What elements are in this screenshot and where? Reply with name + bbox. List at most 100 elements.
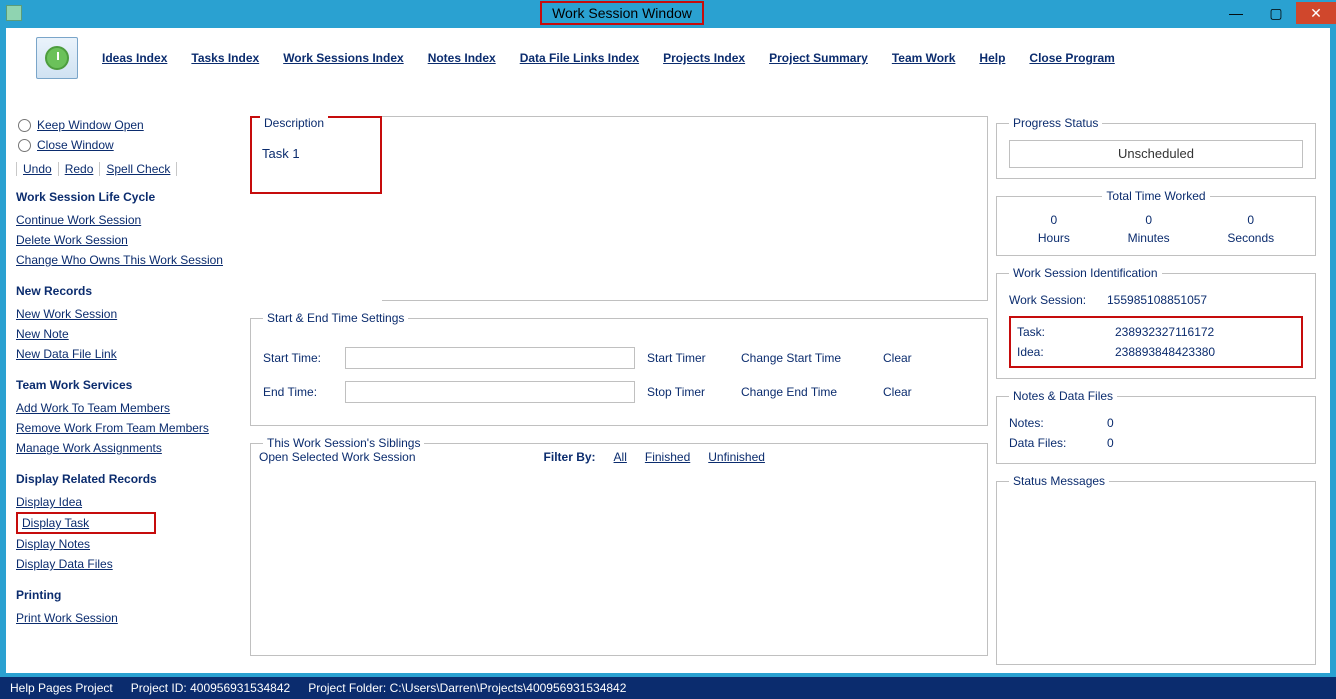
link-manage-work-assignments[interactable]: Manage Work Assignments [16,438,242,458]
idea-id-label: Idea: [1017,345,1107,359]
hours-value: 0 [1051,213,1058,227]
section-new-records: New Records [16,284,242,298]
start-time-label: Start Time: [263,351,333,365]
filter-finished[interactable]: Finished [645,450,690,464]
section-display-related: Display Related Records [16,472,242,486]
link-new-data-file-link[interactable]: New Data File Link [16,344,242,364]
work-session-id-value: 155985108851057 [1107,293,1207,307]
description-area[interactable] [382,116,988,301]
nav-projects-index[interactable]: Projects Index [663,51,745,65]
notes-data-files-legend: Notes & Data Files [1009,389,1117,403]
status-messages-legend: Status Messages [1009,474,1109,488]
nav-help[interactable]: Help [979,51,1005,65]
section-team-work-services: Team Work Services [16,378,242,392]
redo-button[interactable]: Redo [59,162,101,176]
time-settings-legend: Start & End Time Settings [263,311,408,325]
status-bar: Help Pages Project Project ID: 400956931… [0,677,1336,699]
task-id-label: Task: [1017,325,1107,339]
minutes-label: Minutes [1128,231,1170,245]
link-print-work-session[interactable]: Print Work Session [16,608,242,628]
progress-status-legend: Progress Status [1009,116,1102,130]
undo-button[interactable]: Undo [17,162,59,176]
close-window-radio[interactable] [18,139,31,152]
link-new-work-session[interactable]: New Work Session [16,304,242,324]
task-idea-highlight: Task: 238932327116172 Idea: 238893848423… [1009,316,1303,368]
clear-end-button[interactable]: Clear [883,385,912,399]
time-settings-group: Start & End Time Settings Start Time: St… [250,311,988,426]
nav-team-work[interactable]: Team Work [892,51,956,65]
data-files-count-label: Data Files: [1009,436,1099,450]
nav-data-file-links-index[interactable]: Data File Links Index [520,51,639,65]
link-continue-work-session[interactable]: Continue Work Session [16,210,242,230]
minimize-button[interactable]: — [1216,2,1256,24]
edit-actions: Undo Redo Spell Check [16,162,242,176]
notes-data-files-group: Notes & Data Files Notes: 0 Data Files: … [996,389,1316,464]
nav-notes-index[interactable]: Notes Index [428,51,496,65]
close-button[interactable]: ✕ [1296,2,1336,24]
siblings-group: This Work Session's Siblings Open Select… [250,436,988,656]
description-group: Description Task 1 [250,116,382,194]
notes-count-value: 0 [1107,416,1114,430]
link-display-task[interactable]: Display Task [16,512,156,534]
data-files-count-value: 0 [1107,436,1114,450]
notes-count-label: Notes: [1009,416,1099,430]
link-delete-work-session[interactable]: Delete Work Session [16,230,242,250]
description-label: Description [260,116,328,130]
end-time-input[interactable] [345,381,635,403]
stop-timer-button[interactable]: Stop Timer [647,385,729,399]
left-sidebar: Keep Window Open Close Window Undo Redo … [16,88,242,665]
total-time-worked-group: Total Time Worked 0Hours 0Minutes 0Secon… [996,189,1316,256]
start-timer-button[interactable]: Start Timer [647,351,729,365]
status-messages-group: Status Messages [996,474,1316,665]
status-help-pages[interactable]: Help Pages Project [10,681,113,695]
change-end-time-button[interactable]: Change End Time [741,385,871,399]
calendar-clock-icon [36,37,78,79]
total-time-worked-legend: Total Time Worked [1102,189,1209,203]
spell-check-button[interactable]: Spell Check [100,162,177,176]
link-new-note[interactable]: New Note [16,324,242,344]
link-remove-work-from-team[interactable]: Remove Work From Team Members [16,418,242,438]
progress-status-group: Progress Status Unscheduled [996,116,1316,179]
identification-group: Work Session Identification Work Session… [996,266,1316,379]
window-title: Work Session Window [540,1,704,25]
filter-unfinished[interactable]: Unfinished [708,450,765,464]
window-controls: — ▢ ✕ [1216,2,1336,24]
nav-work-sessions-index[interactable]: Work Sessions Index [283,51,404,65]
app-icon [6,5,22,21]
main-toolbar: Ideas Index Tasks Index Work Sessions In… [6,28,1330,88]
client-area: Ideas Index Tasks Index Work Sessions In… [6,28,1330,673]
work-session-id-label: Work Session: [1009,293,1099,307]
start-time-input[interactable] [345,347,635,369]
keep-window-open-label[interactable]: Keep Window Open [37,118,144,132]
description-value: Task 1 [262,146,300,161]
seconds-value: 0 [1247,213,1254,227]
keep-window-open-radio[interactable] [18,119,31,132]
open-selected-work-session[interactable]: Open Selected Work Session [259,450,416,464]
maximize-button[interactable]: ▢ [1256,2,1296,24]
clear-start-button[interactable]: Clear [883,351,912,365]
task-id-value: 238932327116172 [1115,325,1214,339]
link-display-data-files[interactable]: Display Data Files [16,554,242,574]
progress-status-value: Unscheduled [1009,140,1303,168]
section-printing: Printing [16,588,242,602]
nav-project-summary[interactable]: Project Summary [769,51,868,65]
link-display-idea[interactable]: Display Idea [16,492,242,512]
nav-ideas-index[interactable]: Ideas Index [102,51,167,65]
hours-label: Hours [1038,231,1070,245]
close-window-label[interactable]: Close Window [37,138,114,152]
siblings-legend: This Work Session's Siblings [263,436,424,450]
section-lifecycle: Work Session Life Cycle [16,190,242,204]
filter-all[interactable]: All [614,450,627,464]
change-start-time-button[interactable]: Change Start Time [741,351,871,365]
identification-legend: Work Session Identification [1009,266,1162,280]
end-time-label: End Time: [263,385,333,399]
seconds-label: Seconds [1227,231,1274,245]
nav-tasks-index[interactable]: Tasks Index [191,51,259,65]
title-bar: Work Session Window — ▢ ✕ [0,0,1336,26]
link-display-notes[interactable]: Display Notes [16,534,242,554]
link-change-owner[interactable]: Change Who Owns This Work Session [16,250,242,270]
link-add-work-to-team[interactable]: Add Work To Team Members [16,398,242,418]
project-id-value: 400956931534842 [190,681,290,695]
nav-close-program[interactable]: Close Program [1029,51,1114,65]
filter-by-label: Filter By: [544,450,596,464]
